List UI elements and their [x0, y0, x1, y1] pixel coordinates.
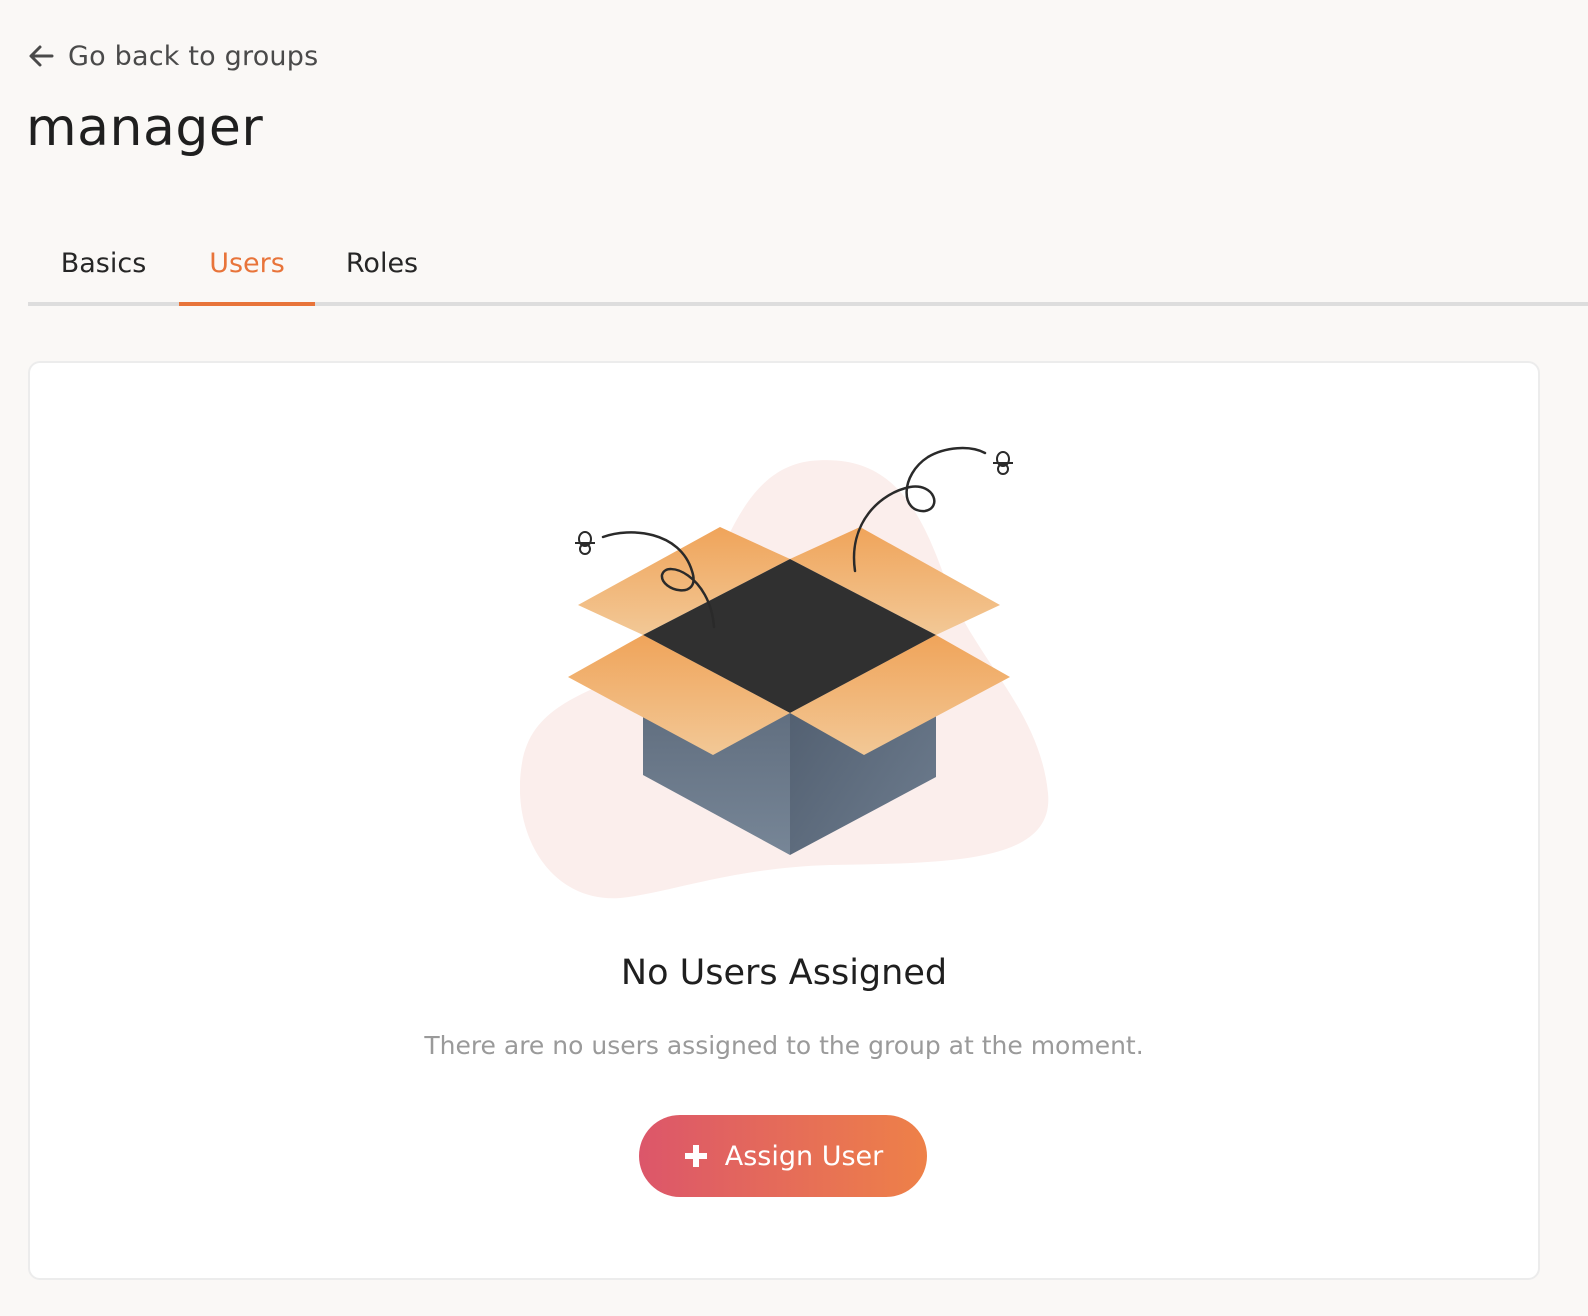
- empty-state-title: No Users Assigned: [620, 953, 948, 993]
- tab-bar: Basics Users Roles: [28, 238, 1588, 306]
- tab-basics[interactable]: Basics: [28, 238, 179, 302]
- tab-roles[interactable]: Roles: [315, 238, 449, 302]
- empty-state-description: There are no users assigned to the group…: [424, 1031, 1144, 1060]
- tab-users[interactable]: Users: [179, 238, 315, 302]
- open-box-illustration: [519, 443, 1060, 913]
- plus-icon: [683, 1143, 709, 1169]
- assign-user-button[interactable]: Assign User: [639, 1115, 927, 1197]
- users-panel: No Users Assigned There are no users ass…: [28, 361, 1540, 1280]
- back-link-label: Go back to groups: [68, 40, 319, 72]
- page-title: manager: [26, 98, 264, 158]
- active-tab-indicator: [179, 302, 315, 306]
- open-box-graphic: [519, 446, 1049, 899]
- back-to-groups-link[interactable]: Go back to groups: [28, 36, 318, 76]
- arrow-left-icon: [28, 44, 54, 68]
- assign-user-label: Assign User: [724, 1140, 884, 1172]
